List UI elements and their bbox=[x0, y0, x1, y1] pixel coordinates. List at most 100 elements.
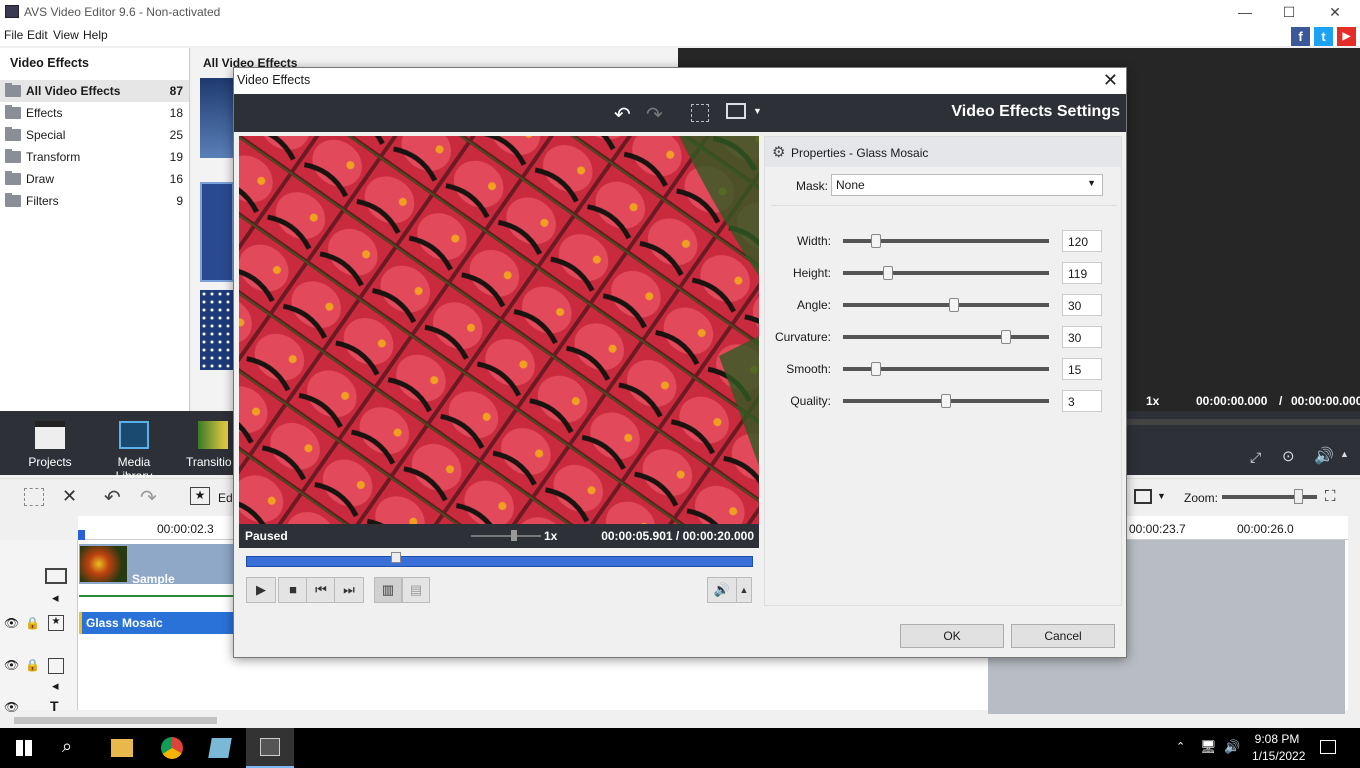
mask-dropdown[interactable]: None ▼ bbox=[831, 174, 1103, 196]
effect-thumbnail[interactable] bbox=[200, 290, 234, 370]
menu-help[interactable]: Help bbox=[83, 28, 108, 42]
ok-button[interactable]: OK bbox=[900, 624, 1004, 648]
scrollbar-thumb[interactable] bbox=[14, 717, 217, 724]
smooth-slider-thumb[interactable] bbox=[870, 362, 881, 376]
playhead-marker[interactable] bbox=[78, 530, 85, 540]
menu-edit[interactable]: Edit bbox=[27, 28, 48, 42]
notification-icon[interactable] bbox=[1320, 740, 1336, 754]
smooth-value-field[interactable]: 15 bbox=[1062, 358, 1102, 380]
previous-frame-button[interactable]: ⏮ bbox=[306, 577, 336, 603]
maximize-button[interactable]: ☐ bbox=[1266, 2, 1312, 22]
eye-icon[interactable]: 👁 bbox=[4, 700, 19, 714]
storyboard-icon[interactable] bbox=[24, 488, 44, 506]
speed-slider[interactable] bbox=[471, 535, 541, 537]
twitter-icon[interactable]: t bbox=[1314, 27, 1333, 46]
category-filters[interactable]: Filters 9 bbox=[0, 190, 189, 212]
menu-view[interactable]: View bbox=[53, 28, 79, 42]
network-icon[interactable]: 🖥 bbox=[1200, 739, 1217, 755]
speed-slider-thumb[interactable] bbox=[511, 530, 517, 541]
angle-value-field[interactable]: 30 bbox=[1062, 294, 1102, 316]
volume-icon[interactable]: 🔊 bbox=[1314, 446, 1334, 466]
volume-button[interactable]: 🔊 bbox=[707, 577, 737, 603]
avs-taskbar-button[interactable] bbox=[246, 728, 294, 768]
projects-button[interactable]: Projects bbox=[24, 421, 76, 469]
redo-icon[interactable]: ↷ bbox=[140, 485, 157, 510]
stop-button[interactable]: ■ bbox=[278, 577, 308, 603]
volume-up-arrow-icon[interactable]: ▲ bbox=[1340, 449, 1349, 459]
chevron-down-icon[interactable]: ▼ bbox=[753, 106, 762, 116]
next-frame-button[interactable]: ⏭ bbox=[334, 577, 364, 603]
seek-thumb[interactable] bbox=[390, 552, 401, 563]
transitions-button[interactable]: Transitio bbox=[186, 421, 234, 469]
dialog-close-button[interactable]: ✕ bbox=[1103, 70, 1118, 91]
lock-icon[interactable]: 🔒 bbox=[25, 658, 40, 672]
quality-value-field[interactable]: 3 bbox=[1062, 390, 1102, 412]
lock-icon[interactable]: 🔒 bbox=[25, 616, 40, 630]
facebook-icon[interactable]: f bbox=[1291, 27, 1310, 46]
vertical-scrollbar[interactable] bbox=[1349, 516, 1360, 714]
eye-icon[interactable]: 👁 bbox=[4, 658, 19, 672]
effect-thumbnail[interactable] bbox=[200, 182, 234, 282]
eye-icon[interactable]: 👁 bbox=[4, 616, 19, 630]
snapshot-icon[interactable]: ⊙ bbox=[1282, 447, 1295, 465]
quality-slider-thumb[interactable] bbox=[941, 394, 951, 408]
category-effects[interactable]: Effects 18 bbox=[0, 102, 189, 124]
preview-seek-track[interactable] bbox=[1126, 419, 1360, 425]
volume-icon: 🔊 bbox=[713, 582, 731, 597]
minimize-button[interactable]: — bbox=[1222, 2, 1268, 22]
effect-thumbnail[interactable] bbox=[200, 78, 234, 158]
app-icon-taskbar[interactable] bbox=[208, 738, 232, 758]
cancel-button[interactable]: Cancel bbox=[1011, 624, 1115, 648]
undo-icon[interactable]: ↶ bbox=[104, 485, 121, 510]
category-all-video-effects[interactable]: All Video Effects 87 bbox=[0, 80, 189, 102]
skip-forward-icon: ⏭ bbox=[343, 582, 355, 597]
delete-icon[interactable]: ✕ bbox=[62, 486, 77, 507]
video-clip[interactable]: Sample bbox=[79, 544, 239, 586]
fullscreen-icon[interactable]: ⤢ bbox=[1250, 449, 1261, 466]
media-library-button[interactable]: Media Library bbox=[98, 421, 170, 483]
height-slider[interactable] bbox=[843, 271, 1049, 275]
effect-clip[interactable]: Glass Mosaic bbox=[79, 612, 239, 634]
fit-timeline-icon[interactable]: ⛶ bbox=[1325, 488, 1336, 505]
preview-status-bar: Paused 1x 00:00:05.901 / 00:00:20.000 bbox=[239, 524, 759, 548]
effect-star-icon[interactable]: ★ bbox=[190, 487, 210, 505]
seek-bar[interactable] bbox=[246, 556, 753, 567]
close-button[interactable]: ✕ bbox=[1312, 2, 1358, 22]
volume-arrow-button[interactable]: ▲ bbox=[736, 577, 752, 603]
angle-slider-thumb[interactable] bbox=[949, 298, 960, 312]
chevron-down-icon[interactable]: ▼ bbox=[1157, 491, 1166, 501]
curvature-value-field[interactable]: 30 bbox=[1062, 326, 1102, 348]
volume-icon[interactable]: 🔊 bbox=[1224, 739, 1240, 755]
chrome-icon[interactable] bbox=[161, 737, 183, 759]
width-slider-thumb[interactable] bbox=[870, 234, 881, 248]
search-icon[interactable]: ⌕ bbox=[62, 736, 72, 757]
category-special[interactable]: Special 25 bbox=[0, 124, 189, 146]
video-effects-dialog: Video Effects ✕ ↶ ↷ ▼ Video Effects Sett… bbox=[233, 67, 1127, 658]
youtube-icon[interactable]: ▶ bbox=[1337, 27, 1356, 46]
clock[interactable]: 9:08 PM 1/15/2022 bbox=[1252, 732, 1305, 763]
width-value-field[interactable]: 120 bbox=[1062, 230, 1102, 252]
angle-slider[interactable] bbox=[843, 303, 1049, 307]
file-explorer-icon[interactable] bbox=[111, 739, 133, 757]
zoom-slider-thumb[interactable] bbox=[1294, 489, 1303, 504]
category-draw[interactable]: Draw 16 bbox=[0, 168, 189, 190]
play-button[interactable]: ▶ bbox=[246, 577, 276, 603]
horizontal-scrollbar[interactable] bbox=[0, 714, 1360, 728]
category-transform[interactable]: Transform 19 bbox=[0, 146, 189, 168]
redo-icon[interactable]: ↷ bbox=[646, 102, 663, 127]
clock-time: 9:08 PM bbox=[1254, 732, 1300, 746]
height-value-field[interactable]: 119 bbox=[1062, 262, 1102, 284]
curvature-slider-thumb[interactable] bbox=[1000, 330, 1011, 344]
side-by-side-button[interactable]: ▤ bbox=[402, 577, 430, 603]
windows-start-icon[interactable] bbox=[16, 740, 32, 756]
undo-icon[interactable]: ↶ bbox=[614, 102, 631, 127]
monitor-icon[interactable] bbox=[1134, 489, 1152, 504]
curvature-slider[interactable] bbox=[843, 335, 1049, 339]
split-view-button[interactable]: ▥ bbox=[374, 577, 402, 603]
grid-icon[interactable] bbox=[691, 104, 709, 122]
chevron-up-icon[interactable]: ⌃ bbox=[1176, 740, 1185, 753]
menu-file[interactable]: File bbox=[4, 28, 23, 42]
avs-icon bbox=[260, 738, 280, 756]
monitor-icon[interactable] bbox=[726, 103, 746, 119]
height-slider-thumb[interactable] bbox=[883, 266, 894, 280]
